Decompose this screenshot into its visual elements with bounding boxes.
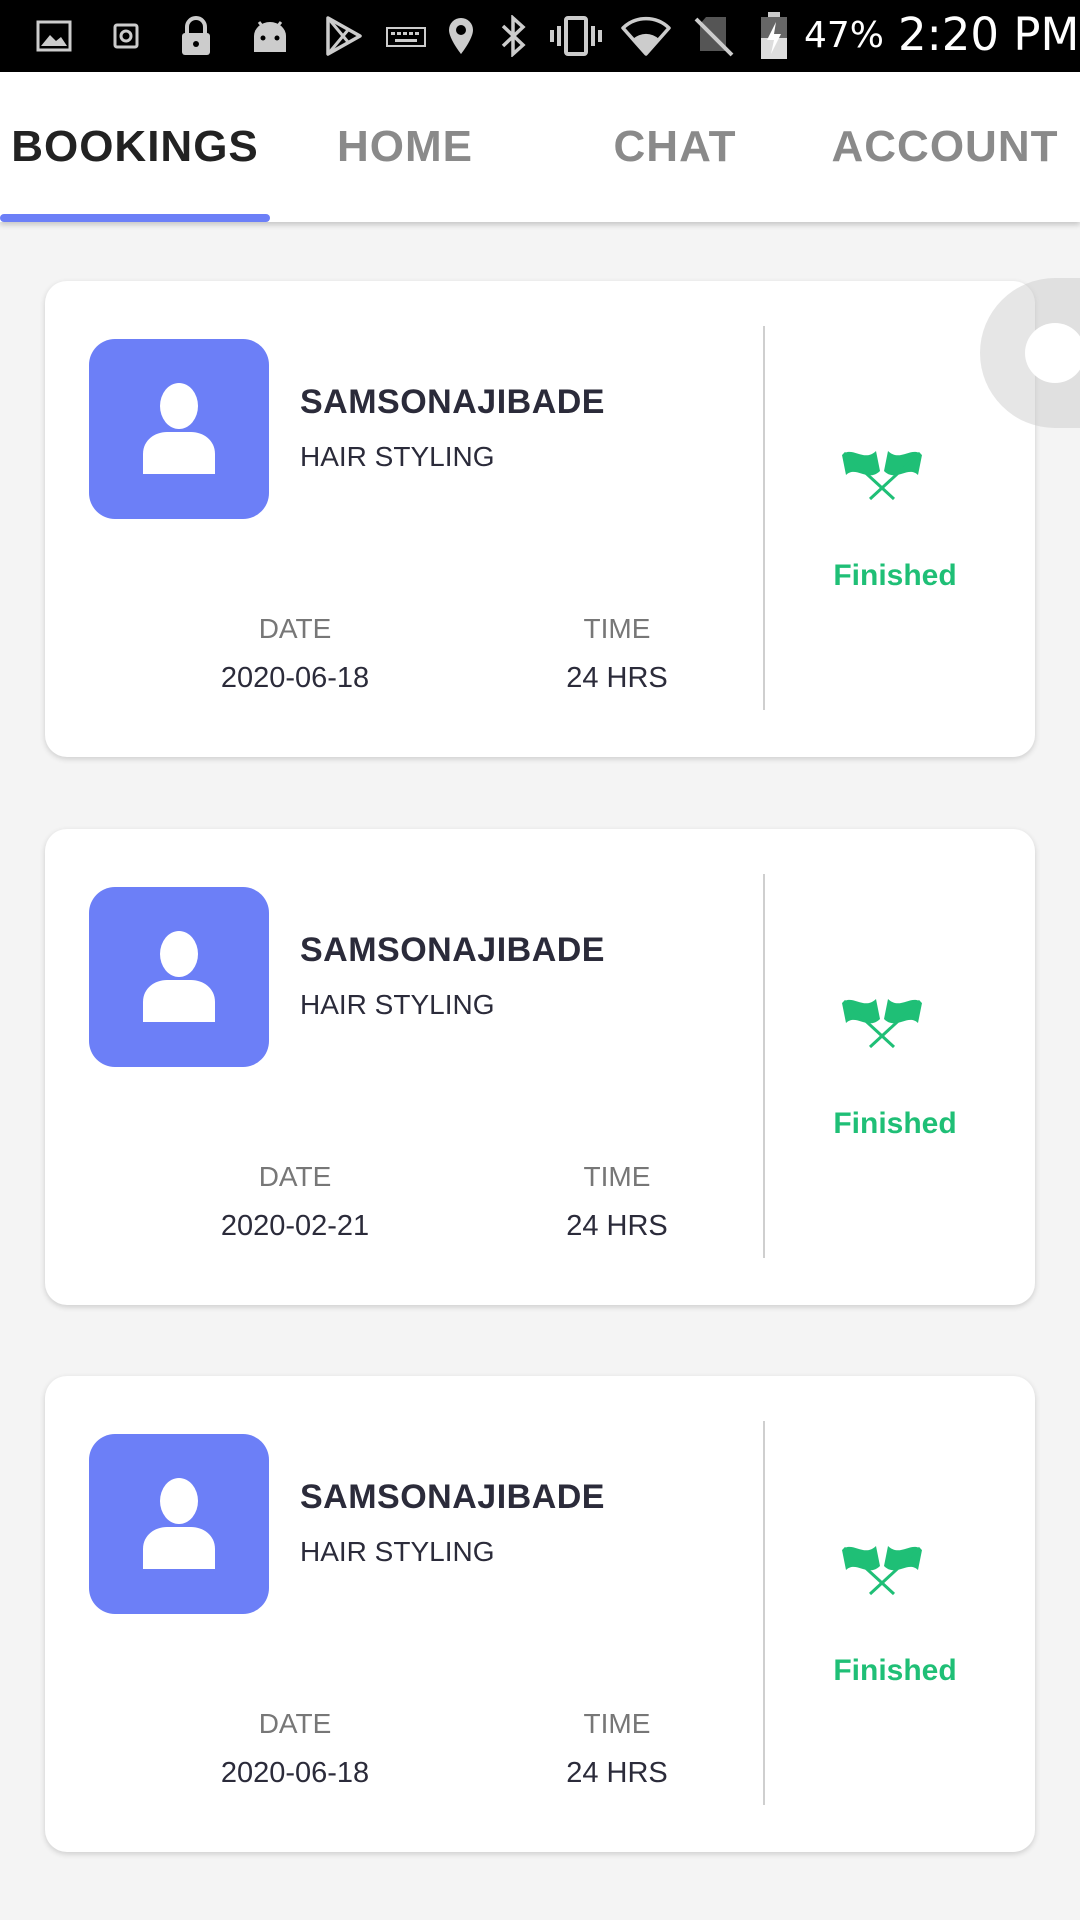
- lock-icon: [176, 14, 216, 58]
- date-label: DATE: [258, 1708, 332, 1739]
- time-value: 24 HRS: [566, 1757, 668, 1789]
- service-name: HAIR STYLING: [300, 1536, 495, 1567]
- time-label: TIME: [583, 1161, 651, 1192]
- provider-name: SAMSONAJIBADE: [300, 931, 605, 969]
- status-label: Finished: [833, 1107, 957, 1140]
- android-icon: [248, 14, 292, 58]
- tab-bookings[interactable]: BOOKINGS: [0, 72, 270, 222]
- finish-flags-icon: [842, 1546, 922, 1596]
- avatar: [89, 1434, 269, 1614]
- tab-chat[interactable]: CHAT: [540, 72, 810, 222]
- tab-account[interactable]: ACCOUNT: [810, 72, 1080, 222]
- battery-charging-icon: [756, 12, 792, 59]
- finish-flags-icon: [842, 999, 922, 1049]
- date-label: DATE: [258, 613, 332, 644]
- divider: [763, 874, 765, 1258]
- date-value: 2020-02-21: [220, 1210, 370, 1242]
- person-icon: [143, 1478, 215, 1569]
- play-store-icon: [322, 14, 366, 58]
- booking-card[interactable]: SAMSONAJIBADE HAIR STYLING DATE 2020-06-…: [45, 281, 1035, 757]
- status-label: Finished: [833, 1654, 957, 1687]
- divider: [763, 1421, 765, 1805]
- tab-bar: BOOKINGS HOME CHAT ACCOUNT: [0, 72, 1080, 222]
- active-tab-indicator: [0, 214, 270, 222]
- bluetooth-icon: [496, 14, 530, 58]
- date-value: 2020-06-18: [220, 662, 370, 694]
- service-name: HAIR STYLING: [300, 989, 495, 1020]
- provider-name: SAMSONAJIBADE: [300, 1478, 605, 1516]
- avatar: [89, 887, 269, 1067]
- person-icon: [143, 931, 215, 1022]
- time-label: TIME: [583, 1708, 651, 1739]
- time-value: 24 HRS: [566, 1210, 668, 1242]
- sim-icon: [108, 14, 144, 58]
- person-icon: [143, 383, 215, 474]
- divider: [763, 326, 765, 710]
- service-name: HAIR STYLING: [300, 441, 495, 472]
- image-icon: [34, 14, 74, 58]
- location-icon: [444, 14, 478, 58]
- tab-home[interactable]: HOME: [270, 72, 540, 222]
- date-value: 2020-06-18: [220, 1757, 370, 1789]
- floating-button-dot: [1025, 323, 1080, 383]
- clock: 2:20 PM: [898, 8, 1080, 61]
- keyboard-icon: [386, 14, 426, 58]
- vibrate-icon: [548, 14, 604, 58]
- finish-flags-icon: [842, 451, 922, 501]
- wifi-icon: [620, 14, 672, 58]
- time-value: 24 HRS: [566, 662, 668, 694]
- time-label: TIME: [583, 613, 651, 644]
- battery-percent: 47%: [804, 15, 885, 56]
- date-label: DATE: [258, 1161, 332, 1192]
- provider-name: SAMSONAJIBADE: [300, 383, 605, 421]
- avatar: [89, 339, 269, 519]
- booking-card[interactable]: SAMSONAJIBADE HAIR STYLING DATE 2020-06-…: [45, 1376, 1035, 1852]
- status-label: Finished: [833, 559, 957, 592]
- no-sim-icon: [692, 14, 736, 58]
- status-bar: 47% 2:20 PM: [0, 0, 1080, 72]
- booking-card[interactable]: SAMSONAJIBADE HAIR STYLING DATE 2020-02-…: [45, 829, 1035, 1305]
